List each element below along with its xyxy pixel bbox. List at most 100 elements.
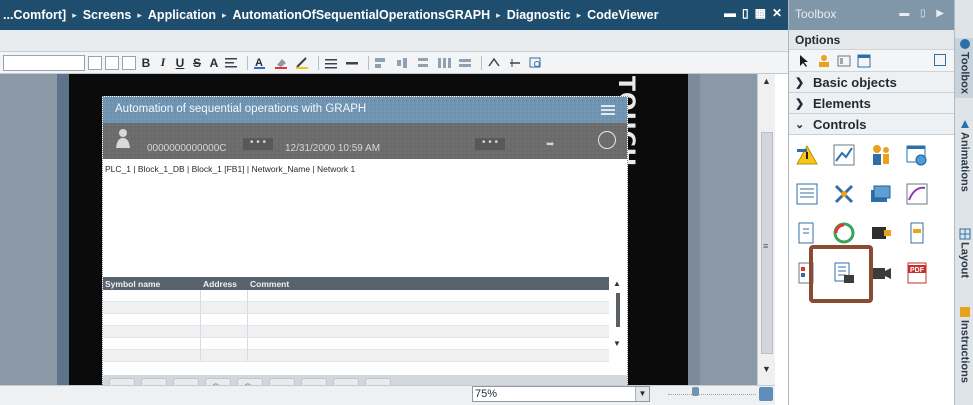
table-row[interactable] [103,314,609,326]
tab-animations[interactable]: Animations [955,118,973,213]
flip-icon[interactable] [508,56,526,70]
canvas-vertical-scrollbar[interactable]: ▲ ≡ ▼ [757,74,775,385]
line-width-icon[interactable] [345,56,363,70]
tab-toolbox[interactable]: Toolbox [955,38,973,98]
trend-view-icon[interactable] [832,143,856,167]
font-size-field[interactable] [88,55,102,70]
breadcrumb-item[interactable]: CodeViewer [587,8,658,22]
minimize-icon[interactable]: ▬ [724,6,736,20]
recipe-view-icon[interactable] [795,182,819,206]
hmi-status-bar: 0000000000000C • • • 12/31/2000 10:59 AM… [103,123,627,159]
bold-button[interactable]: B [139,55,153,71]
scroll-thumb[interactable] [616,293,620,327]
breadcrumb-item[interactable]: ...Comfort] [3,8,66,22]
table-cell [103,302,201,313]
chevron-down-icon: ⌄ [795,118,805,131]
sm@rt-client-icon[interactable] [832,182,856,206]
menu-icon[interactable] [599,102,617,116]
layout-tab-icon [959,228,970,240]
float-icon[interactable]: ▯ [742,6,749,20]
strikethrough-button[interactable]: S [190,55,204,71]
navigation-overview-icon[interactable] [759,387,773,401]
fill-color-icon[interactable] [274,56,292,70]
hmi-screen[interactable]: Automation of sequential operations with… [102,96,628,403]
font-size-button[interactable]: A [207,55,221,71]
breadcrumb-item[interactable]: AutomationOfSequentialOperationsGRAPH [233,8,491,22]
tab-instructions[interactable]: Instructions [955,306,973,405]
status-more-button[interactable]: • • • [475,138,505,150]
preview-icon[interactable] [529,56,543,70]
style-dropdown[interactable] [105,55,119,70]
user-icon[interactable] [115,128,131,150]
close-icon[interactable]: ✕ [772,6,782,20]
table-row[interactable] [103,290,609,302]
distribute-icon[interactable] [395,56,413,70]
table-row[interactable] [103,302,609,314]
tab-label: Instructions [958,320,971,383]
graph-overview-icon[interactable] [905,221,929,245]
zoom-slider-knob[interactable] [692,387,699,396]
font-name-field[interactable] [3,54,85,71]
line-style-icon[interactable] [324,56,342,70]
f-curve-icon[interactable] [905,182,929,206]
scroll-down-icon[interactable]: ▼ [613,339,621,348]
text-color-icon[interactable]: A [253,56,271,70]
library-icon[interactable] [837,54,851,68]
italic-button[interactable]: I [156,55,170,71]
chevron-right-icon: ❯ [795,97,805,110]
pane-elements[interactable]: ❯ Elements [789,93,954,114]
rotate-icon[interactable] [487,56,505,70]
media-player-icon[interactable] [832,221,856,245]
breadcrumb-item[interactable]: Application [148,8,216,22]
group-icon[interactable] [437,56,455,70]
chevron-down-icon[interactable]: ▼ [635,387,649,401]
status-more-button[interactable]: • • • [243,138,273,150]
table-cell [201,350,248,361]
pdf-view-icon[interactable]: PDF [905,261,929,285]
view-mode-icon[interactable] [857,54,871,68]
same-size-icon[interactable] [416,56,434,70]
zoom-select[interactable]: 75% ▼ [472,386,650,402]
table-row[interactable] [103,326,609,338]
maximize-pane-icon[interactable] [934,54,946,66]
toolbox-title: Toolbox [795,7,837,21]
style-dropdown-arrow[interactable] [122,55,136,70]
user-object-icon[interactable] [817,54,831,68]
toolbar-divider [318,55,319,70]
hmi-screen-title: Automation of sequential operations with… [103,97,627,123]
line-color-icon[interactable] [295,56,313,70]
status-force-icon[interactable] [869,182,893,206]
order-icon[interactable] [458,56,476,70]
table-row[interactable] [103,338,609,350]
pane-label: Basic objects [813,74,897,90]
align-objects-icon[interactable] [374,56,392,70]
pointer-icon[interactable] [797,54,811,68]
alarm-view-icon[interactable] [795,143,819,167]
scroll-down-icon[interactable]: ▼ [762,364,771,374]
breadcrumb-item[interactable]: Screens [83,8,132,22]
pane-controls[interactable]: ⌄ Controls [789,114,954,135]
system-diagnostics-icon[interactable] [795,221,819,245]
zoom-slider[interactable] [668,387,756,396]
symbol-table: Symbol name Address Comment [103,277,609,362]
toolbox-panel: Toolbox ▬ ▯ ▶ Options ❯ Basic objects ❯ … [788,0,954,405]
breadcrumb: ...Comfort] ▸ Screens ▸ Application ▸ Au… [0,0,788,30]
breadcrumb-item[interactable]: Diagnostic [507,8,571,22]
plc-code-viewer-icon[interactable] [869,221,893,245]
panel-controls[interactable]: ▬ ▯ ▶ [899,8,948,19]
hmi-title-text: Automation of sequential operations with… [115,103,367,115]
tab-layout[interactable]: Layout [955,228,973,296]
underline-button[interactable]: U [173,55,187,71]
html-browser-icon[interactable] [905,143,929,167]
scroll-up-icon[interactable]: ▲ [762,76,771,86]
pane-basic-objects[interactable]: ❯ Basic objects [789,72,954,93]
controls-grid: PDF [789,135,954,385]
scroll-up-icon[interactable]: ▲ [613,279,621,288]
user-view-icon[interactable] [869,143,893,167]
align-left-icon[interactable] [224,56,242,70]
logout-icon[interactable]: ➥ [546,139,554,150]
maximize-icon[interactable]: ▦ [755,6,766,20]
animations-tab-icon [960,120,969,128]
table-row[interactable] [103,350,609,362]
symbol-table-scrollbar[interactable]: ▲ ▼ [609,277,627,367]
